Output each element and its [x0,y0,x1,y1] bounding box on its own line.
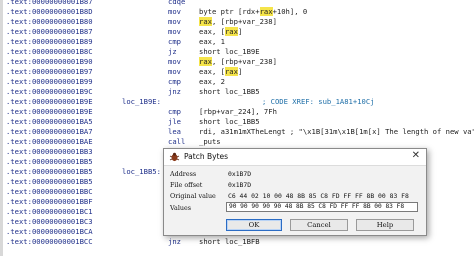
line-address: .text:00000000001BB5 [6,177,93,186]
mnemonic: jz [168,47,177,56]
register-highlight: rax [199,17,212,26]
register-highlight: rax [259,7,273,16]
mnemonic: jnz [168,237,181,246]
line-address: .text:00000000001B80 [6,17,93,26]
operands: [rbp+var_224], 7Fh [199,107,277,116]
mnemonic: jle [168,117,181,126]
line-address: .text:00000000001BA5 [6,117,93,126]
operands: rax, [rbp+var_238] [199,57,277,66]
mnemonic: lea [168,127,181,136]
line-address: .text:00000000001BC3 [6,217,93,226]
line-address: .text:00000000001BB5 [6,157,93,166]
mnemonic: call [168,137,186,146]
mnemonic: cdqe [168,0,186,6]
margin-strip [0,0,3,256]
operands: eax, 1 [199,37,225,46]
operands: short loc_1B9E [199,47,260,56]
cancel-button[interactable]: Cancel [290,219,348,231]
mnemonic: mov [168,17,181,26]
line-address: .text:00000000001BA7 [6,127,93,136]
line-address: .text:00000000001B89 [6,37,93,46]
register-highlight: rax [199,57,212,66]
mnemonic: cmp [168,107,181,116]
values-input[interactable] [226,202,418,212]
bug-icon [169,152,180,162]
line-address: .text:00000000001BC1 [6,207,93,216]
line-address: .text:00000000001B87 [6,0,93,6]
original-value-label: Original value [170,192,216,200]
line-address: .text:00000000001B9E [6,107,93,116]
code-label[interactable]: loc_1B9E: [122,97,161,107]
line-address: .text:00000000001BBF [6,197,93,206]
line-address: .text:00000000001BB5 [6,167,93,176]
line-address: .text:00000000001BBC [6,187,93,196]
operands: short loc_1BB5 [199,117,260,126]
operands: byte ptr [rdx+rax+10h], 0 [199,7,308,16]
operands: short loc_1BFB [199,237,260,246]
line-address: .text:00000000001B9C [6,87,93,96]
line-address: .text:00000000001B8D [6,7,93,16]
mnemonic: mov [168,7,181,16]
values-label: Values [170,204,192,212]
patch-bytes-dialog: Patch Bytes ✕ Address 0x1B7D File offset… [163,148,427,236]
operands: eax, 2 [199,77,225,86]
line-address: .text:00000000001B8C [6,47,93,56]
register-highlight: rax [224,67,238,76]
help-button[interactable]: Help [356,219,414,231]
register-highlight: rax [224,27,238,36]
original-value-value: C6 44 02 10 00 48 8B 85 C8 FD FF FF 8B 0… [228,192,409,200]
mnemonic: mov [168,57,181,66]
dialog-title: Patch Bytes [184,152,229,161]
line-address: .text:00000000001BAE [6,137,93,146]
line-address: .text:00000000001B9E [6,97,93,106]
operands: rax, [rbp+var_238] [199,17,277,26]
line-address: .text:00000000001B90 [6,57,93,66]
mnemonic: mov [168,27,181,36]
ok-button[interactable]: OK [226,219,282,231]
code-comment: ; CODE XREF: sub_1A81+10Cj [262,97,375,106]
operands: _puts [199,137,221,146]
address-label: Address [170,170,197,178]
line-address: .text:00000000001BCC [6,237,93,246]
dialog-titlebar[interactable]: Patch Bytes ✕ [164,149,426,166]
code-label[interactable]: loc_1BB5: [122,167,161,177]
line-address: .text:00000000001B97 [6,67,93,76]
line-address: .text:00000000001BCA [6,227,93,236]
operands: rdi, a31m1mXTheLengt ; "\x1B[31m\x1B[1m[… [199,127,474,136]
operands: eax, [rax] [199,67,243,76]
mnemonic: mov [168,67,181,76]
line-address: .text:00000000001B99 [6,77,93,86]
file-offset-label: File offset [170,181,203,189]
operands: eax, [rax] [199,27,243,36]
line-address: .text:00000000001B87 [6,27,93,36]
mnemonic: jnz [168,87,181,96]
close-icon[interactable]: ✕ [412,150,420,161]
mnemonic: cmp [168,77,181,86]
address-value: 0x1B7D [228,170,252,178]
mnemonic: cmp [168,37,181,46]
line-address: .text:00000000001BB3 [6,147,93,156]
file-offset-value: 0x1B7D [228,181,252,189]
operands: short loc_1BB5 [199,87,260,96]
